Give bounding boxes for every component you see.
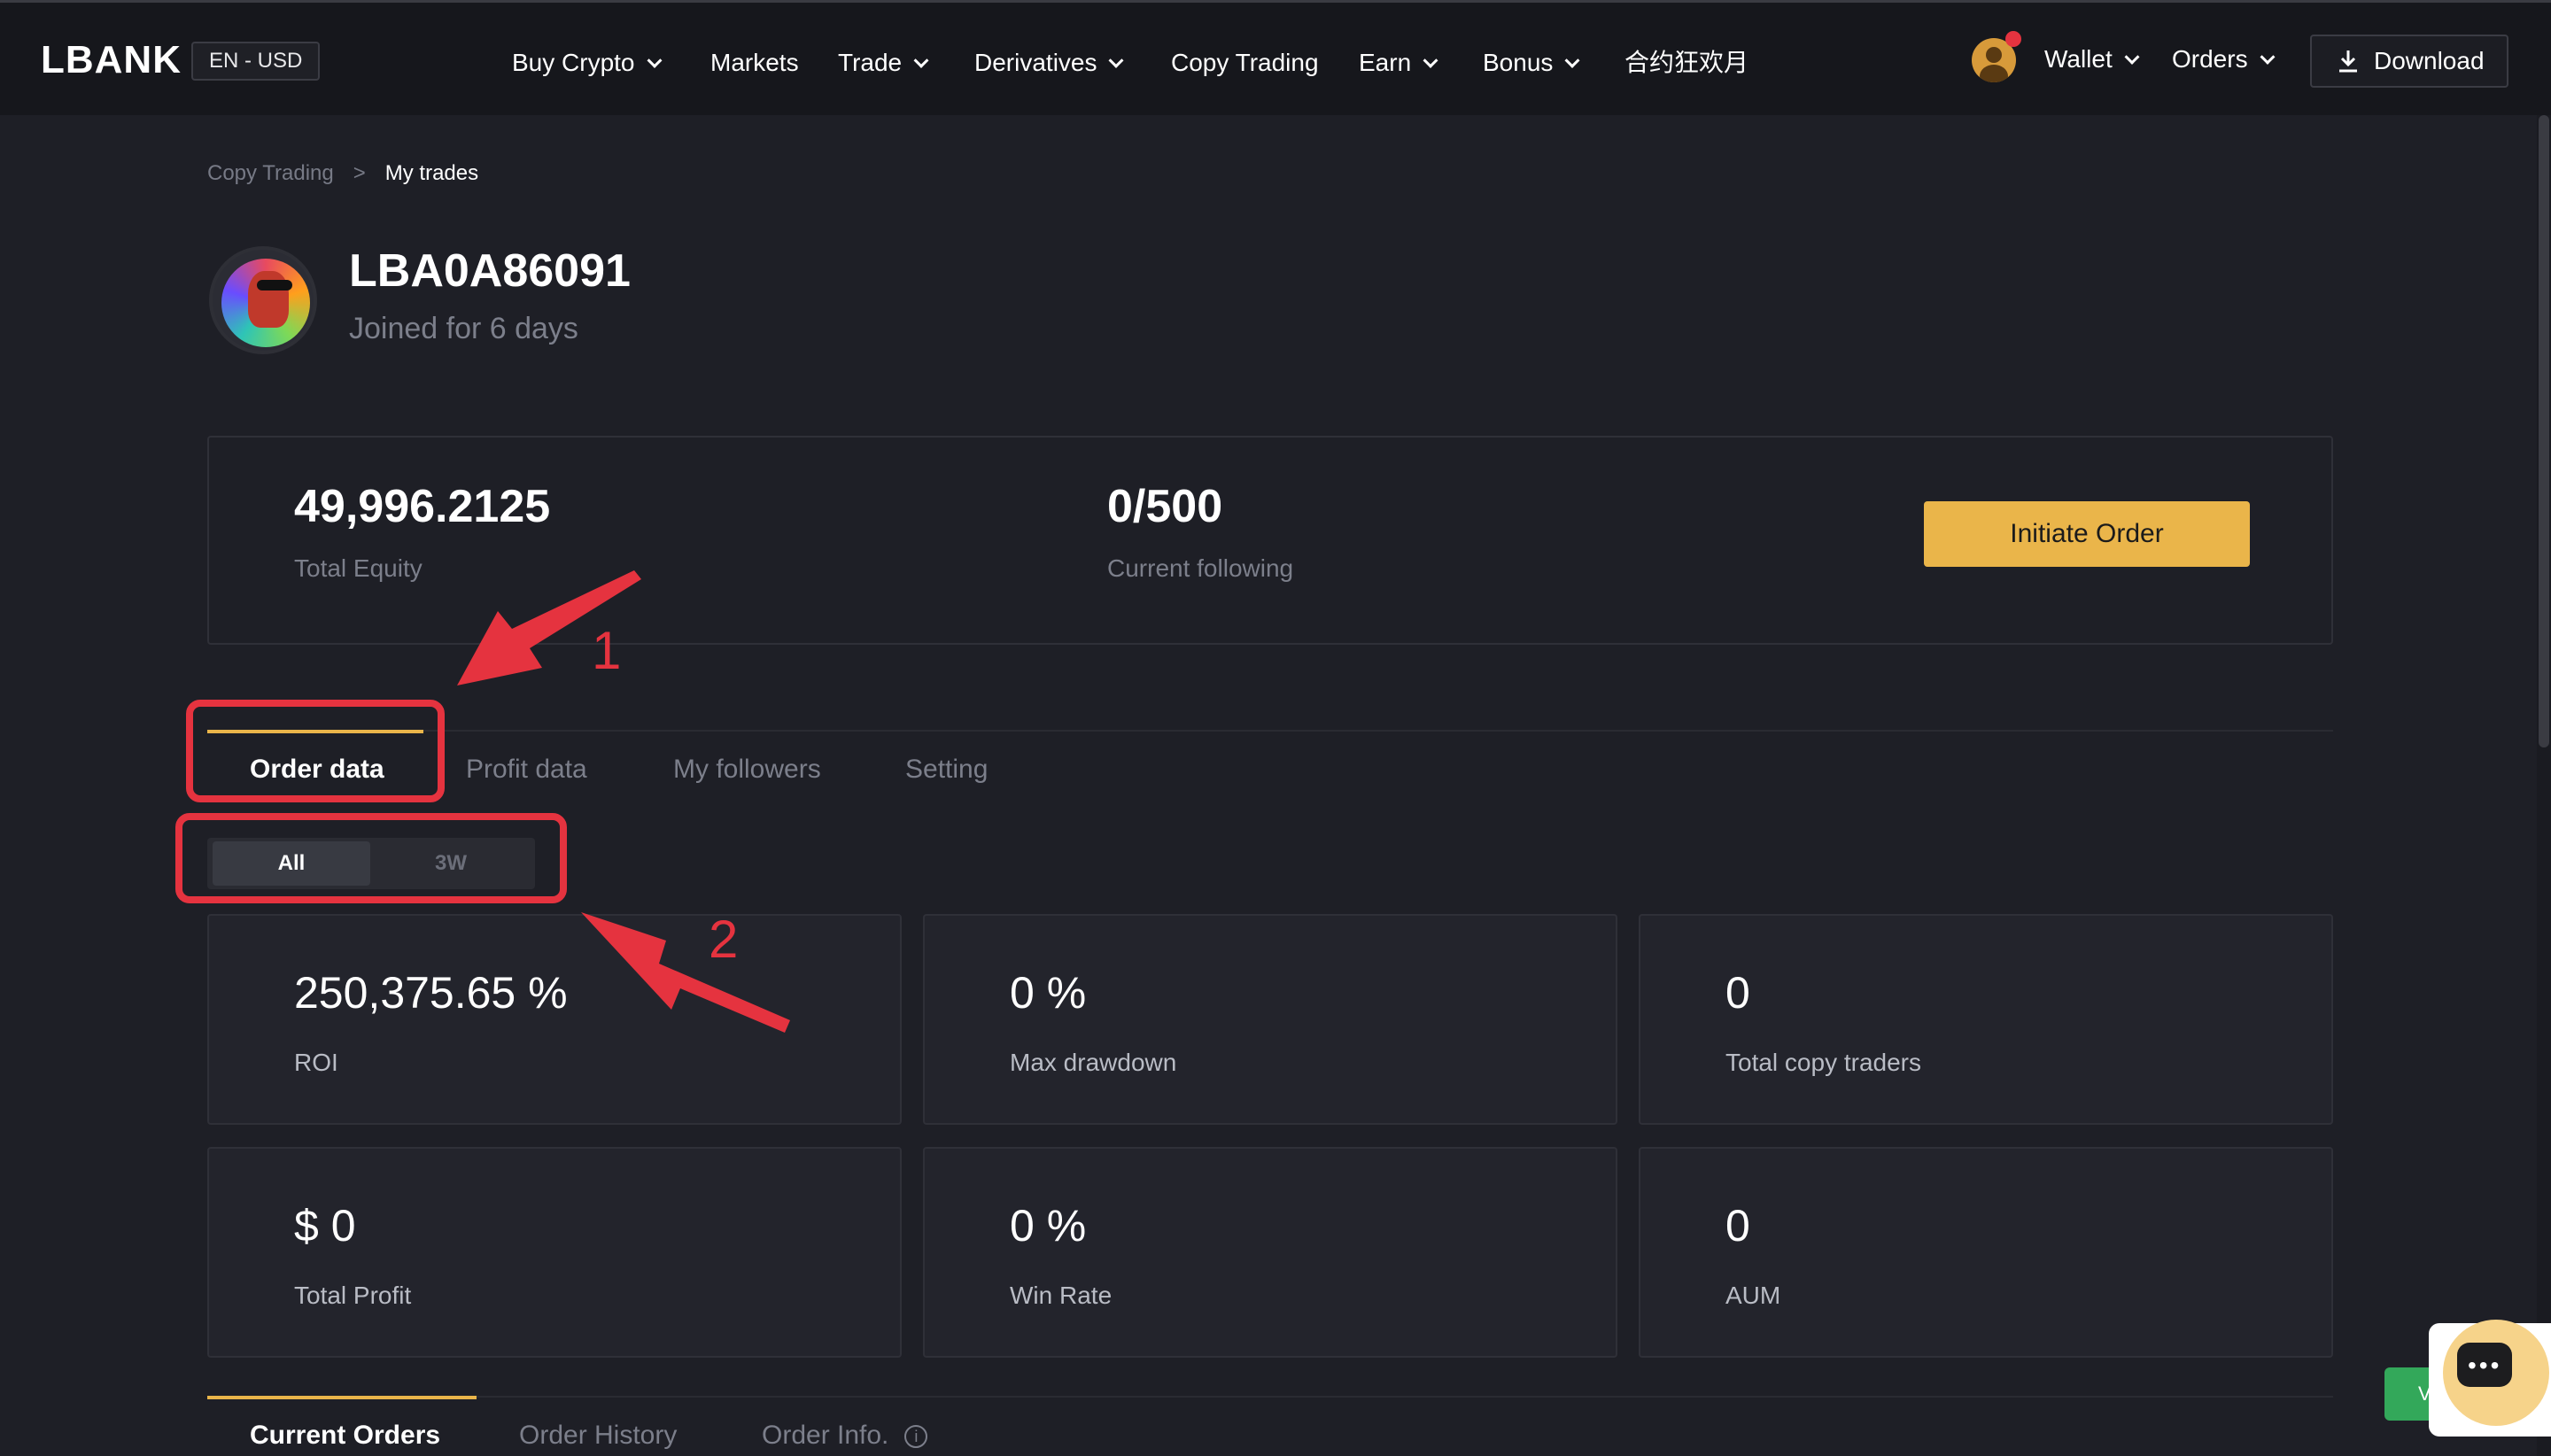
nav-copy-trading-label: Copy Trading xyxy=(1171,49,1319,76)
nav-markets-label: Markets xyxy=(710,49,799,76)
nav-buy-crypto[interactable]: Buy Crypto xyxy=(512,45,662,81)
lbank-logo[interactable]: LBANK xyxy=(41,38,182,82)
annotation-box-1 xyxy=(186,700,445,802)
metric-value: 0 % xyxy=(1010,968,1087,1018)
orders-menu[interactable]: Orders xyxy=(2172,42,2276,77)
chevron-down-icon xyxy=(913,52,929,68)
nav-trade[interactable]: Trade xyxy=(838,45,929,81)
nav-earn[interactable]: Earn xyxy=(1359,45,1438,81)
orders-label: Orders xyxy=(2172,45,2248,73)
nav-promo[interactable]: 合约狂欢月 xyxy=(1624,45,1748,81)
metric-label: Total copy traders xyxy=(1725,1049,1921,1076)
metric-label: Max drawdown xyxy=(1010,1049,1177,1076)
profile-joined: Joined for 6 days xyxy=(349,312,578,345)
chevron-down-icon xyxy=(1108,52,1124,68)
profile-avatar xyxy=(209,246,317,354)
nav-markets[interactable]: Markets xyxy=(710,45,799,81)
tab-my-followers[interactable]: My followers xyxy=(673,755,821,785)
metric-value: 250,375.65 % xyxy=(294,968,568,1018)
breadcrumb-copy-trading[interactable]: Copy Trading xyxy=(207,161,334,185)
bottom-tabs-divider xyxy=(207,1396,2333,1398)
total-equity-value: 49,996.2125 xyxy=(294,481,551,532)
annotation-number-1: 1 xyxy=(592,621,622,680)
breadcrumb-current: My trades xyxy=(384,161,479,185)
page-scrollbar-thumb[interactable] xyxy=(2539,115,2549,747)
top-navigation-bar: LBANK EN - USD Buy Crypto Markets Trade … xyxy=(0,0,2551,115)
current-following-label: Current following xyxy=(1107,554,1294,582)
metric-label: Win Rate xyxy=(1010,1282,1113,1309)
total-equity-label: Total Equity xyxy=(294,554,423,582)
summary-card: 49,996.2125 Total Equity 0/500 Current f… xyxy=(207,436,2333,645)
tab-setting[interactable]: Setting xyxy=(905,755,988,785)
chevron-down-icon xyxy=(647,52,662,68)
nav-buy-crypto-label: Buy Crypto xyxy=(512,49,635,76)
tab-current-orders[interactable]: Current Orders xyxy=(250,1421,440,1451)
info-icon: i xyxy=(904,1425,928,1448)
download-button[interactable]: Download xyxy=(2310,35,2508,88)
nav-derivatives-label: Derivatives xyxy=(974,49,1097,76)
chevron-down-icon xyxy=(1564,52,1580,68)
metric-card-total-copy-traders: 0 Total copy traders xyxy=(1639,914,2333,1125)
initiate-order-button[interactable]: Initiate Order xyxy=(1924,501,2250,567)
wallet-menu[interactable]: Wallet xyxy=(2044,42,2140,77)
metric-card-aum: 0 AUM xyxy=(1639,1147,2333,1358)
chevron-down-icon xyxy=(2124,49,2140,65)
metric-card-total-profit: $ 0 Total Profit xyxy=(207,1147,902,1358)
chevron-down-icon xyxy=(1423,52,1438,68)
metric-value: 0 xyxy=(1725,1201,1750,1251)
active-bottom-tab-indicator xyxy=(207,1396,477,1399)
breadcrumb-separator: > xyxy=(353,161,366,185)
metric-value: $ 0 xyxy=(294,1201,356,1251)
nav-earn-label: Earn xyxy=(1359,49,1412,76)
nav-copy-trading[interactable]: Copy Trading xyxy=(1171,45,1319,81)
tab-order-info-label: Order Info. xyxy=(762,1421,889,1450)
breadcrumb: Copy Trading > My trades xyxy=(207,161,478,186)
chat-dots: ••• xyxy=(2468,1351,2502,1379)
tab-order-history[interactable]: Order History xyxy=(519,1421,677,1451)
nav-bonus[interactable]: Bonus xyxy=(1483,45,1580,81)
nav-trade-label: Trade xyxy=(838,49,903,76)
annotation-number-2: 2 xyxy=(709,910,739,969)
tabs-divider xyxy=(207,730,2333,732)
metric-card-max-drawdown: 0 % Max drawdown xyxy=(923,914,1617,1125)
profile-username: LBA0A86091 xyxy=(349,245,631,297)
metric-label: Total Profit xyxy=(294,1282,412,1309)
nav-promo-label: 合约狂欢月 xyxy=(1624,49,1749,76)
metric-label: AUM xyxy=(1725,1282,1781,1309)
nav-derivatives[interactable]: Derivatives xyxy=(974,45,1124,81)
language-currency-selector[interactable]: EN - USD xyxy=(191,42,321,81)
notification-dot xyxy=(2005,31,2021,47)
wallet-label: Wallet xyxy=(2044,45,2113,73)
tab-order-info[interactable]: Order Info. i xyxy=(762,1421,928,1451)
metric-card-roi: 250,375.65 % ROI xyxy=(207,914,902,1125)
metric-label: ROI xyxy=(294,1049,338,1076)
annotation-box-2 xyxy=(175,813,567,903)
metric-value: 0 % xyxy=(1010,1201,1087,1251)
current-following-value: 0/500 xyxy=(1107,481,1223,532)
tab-profit-data[interactable]: Profit data xyxy=(466,755,587,785)
metric-value: 0 xyxy=(1725,968,1750,1018)
download-icon xyxy=(2339,50,2357,73)
nav-bonus-label: Bonus xyxy=(1483,49,1554,76)
download-label: Download xyxy=(2374,47,2485,74)
metric-card-win-rate: 0 % Win Rate xyxy=(923,1147,1617,1358)
chevron-down-icon xyxy=(2260,49,2276,65)
